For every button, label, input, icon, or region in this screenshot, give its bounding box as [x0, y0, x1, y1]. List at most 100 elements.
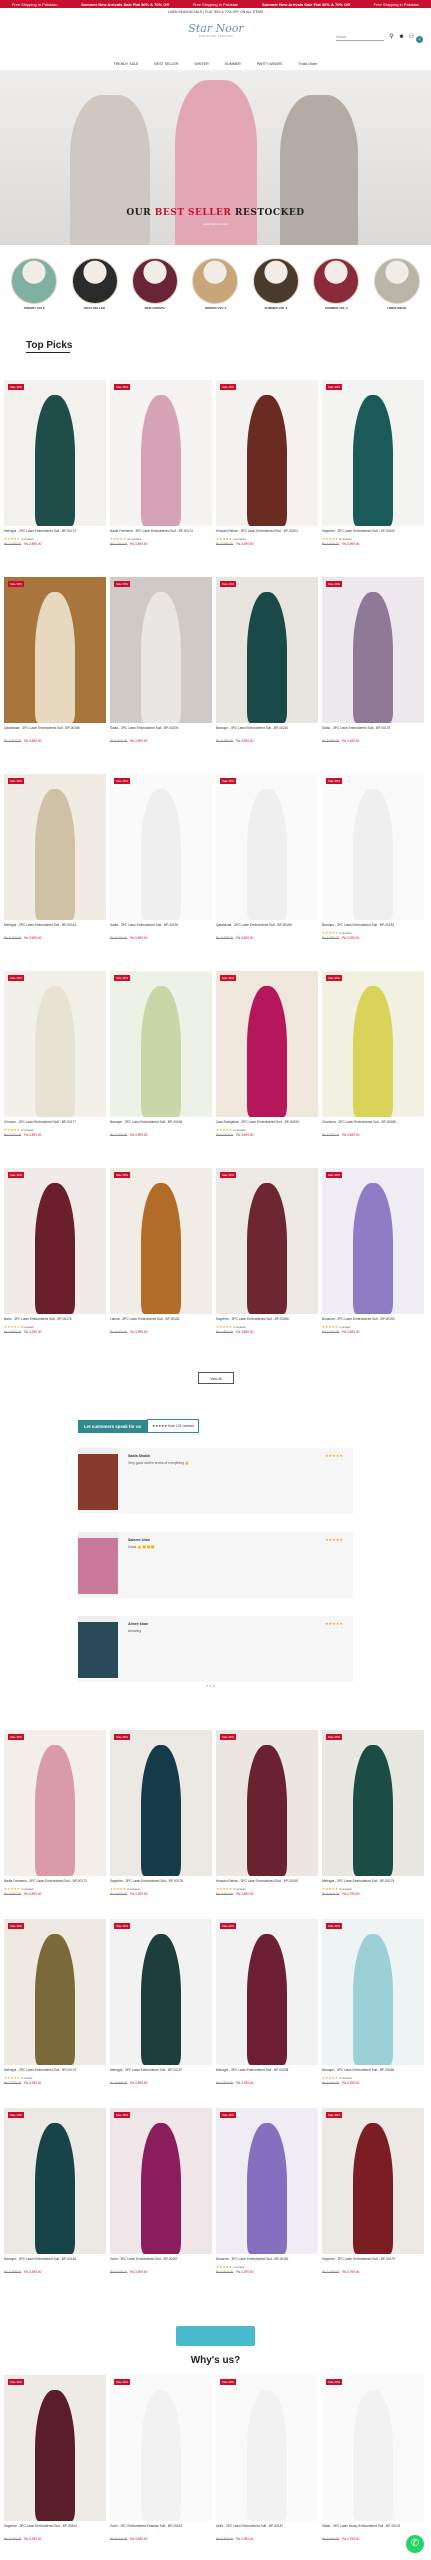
- product-name[interactable]: Mehagni - 3PC Lawn Embroidered Suit - BP…: [216, 2068, 318, 2076]
- product-image[interactable]: Sale 30%: [216, 1919, 318, 2065]
- product-name[interactable]: Sadia - 3PC Lawn Embroidered Suit - BP-0…: [110, 923, 212, 931]
- product-image[interactable]: Sale 30%: [4, 971, 106, 1117]
- product-card[interactable]: Sale 30% Crimson - 3PC Lawn Embroidered S…: [4, 971, 106, 1138]
- product-card[interactable]: Sale 30% Sapphire - 3PC Lawn Embroidered …: [110, 1730, 212, 1897]
- product-image[interactable]: Sale 30%: [216, 1168, 318, 1314]
- product-image[interactable]: Sale 30%: [322, 774, 424, 920]
- product-name[interactable]: Sapphire - 3PC Lawn Embroidered Suit - B…: [110, 1879, 212, 1887]
- product-name[interactable]: Mehagni - 3PC Lawn Embroidered Suit - BP…: [4, 2068, 106, 2076]
- product-card[interactable]: Sale 30% Baroque - 3PC Lawn Embroidered S…: [322, 774, 424, 941]
- hero-banner[interactable]: OUR BEST SELLER RESTOCKED www.starnoor.c…: [0, 70, 431, 245]
- product-name[interactable]: Qalamkaar - 3PC Lawn Embroidered Suit - …: [4, 726, 106, 734]
- product-image[interactable]: Sale 30%: [322, 1919, 424, 2065]
- nav-item[interactable]: WINTER: [195, 62, 209, 70]
- product-name[interactable]: Sapphire - 3PC Lawn Embroidered Suit - B…: [322, 2257, 424, 2265]
- product-card[interactable]: Sale 30% Baroque - 3PC Lawn Embroidered S…: [322, 1919, 424, 2086]
- category-item[interactable]: SUMMER VOL 2: [311, 258, 361, 318]
- product-image[interactable]: Sale 30%: [4, 1168, 106, 1314]
- product-name[interactable]: Sadia - 3PC Lawn Embroidered Suit - BP-0…: [110, 726, 212, 734]
- category-item[interactable]: WINTER VOL 4: [190, 258, 240, 318]
- product-name[interactable]: Zara Shahjahan - 3PC Lawn Embroidered Su…: [216, 1120, 318, 1128]
- product-name[interactable]: Charizma - 3PC Lawn Embroidered Suit - B…: [322, 1120, 424, 1128]
- product-image[interactable]: Sale 30%: [322, 2375, 424, 2521]
- product-card[interactable]: Sale 30% Qalamkaar - 3PC Lawn Embroidered…: [216, 774, 318, 941]
- product-name[interactable]: Mehagni - 3PC Lawn Embroidered Suit - BP…: [4, 923, 106, 931]
- product-card[interactable]: Sale 30% Hussain Rehan - 3PC Lawn Embroid…: [216, 1730, 318, 1897]
- product-name[interactable]: Nadia Fahmeed - 3PC Lawn Embroidered Sui…: [110, 529, 212, 537]
- product-name[interactable]: Nadia Fahmeed - 3PC Lawn Embroidered Sui…: [4, 1879, 106, 1887]
- cart-icon[interactable]: ⚇: [408, 34, 415, 41]
- category-item[interactable]: NEW ARRIVAL: [130, 258, 180, 318]
- product-image[interactable]: Sale 30%: [322, 2108, 424, 2254]
- product-card[interactable]: Sale 30% Bonanza - 3PC Lawn Embroidered S…: [216, 2108, 318, 2275]
- product-card[interactable]: Sale 30% Nadia Fahmeed - 3PC Lawn Embroid…: [110, 380, 212, 547]
- product-card[interactable]: Sale 30% Sapphire - 3PC Lawn Embroidered …: [216, 1168, 318, 1335]
- category-item[interactable]: TRENDY SALE: [9, 258, 59, 318]
- nav-item[interactable]: SUMMER: [225, 62, 241, 70]
- product-card[interactable]: Sale 30% Lamsa - 3PC Lawn Embroidered Sui…: [110, 1168, 212, 1335]
- product-image[interactable]: Sale 30%: [110, 380, 212, 526]
- product-name[interactable]: Asifa - 3PC Lawn Embroidered Suit - BP-0…: [216, 2524, 318, 2532]
- product-image[interactable]: Sale 30%: [216, 380, 318, 526]
- product-name[interactable]: Hussain Rehan - 3PC Lawn Embroidered Sui…: [216, 529, 318, 537]
- product-image[interactable]: Sale 30%: [110, 1730, 212, 1876]
- product-image[interactable]: Sale 30%: [216, 2108, 318, 2254]
- product-name[interactable]: Baroque - 3PC Lawn Embroidered Suit - BP…: [322, 2068, 424, 2076]
- product-image[interactable]: Sale 30%: [322, 577, 424, 723]
- product-image[interactable]: Sale 30%: [4, 2108, 106, 2254]
- product-image[interactable]: Sale 30%: [110, 1919, 212, 2065]
- product-name[interactable]: Baroque - 3PC Lawn Embroidered Suit - BP…: [322, 923, 424, 931]
- product-image[interactable]: Sale 30%: [216, 577, 318, 723]
- product-card[interactable]: Sale 30% Mehagni - 3PC Lawn Embroidered S…: [4, 774, 106, 941]
- product-name[interactable]: Qalamkaar - 3PC Lawn Embroidered Suit - …: [216, 923, 318, 931]
- product-name[interactable]: Baroque - 3PC Lawn Embroidered Suit - BP…: [216, 726, 318, 734]
- nav-item[interactable]: BEST SELLER: [154, 62, 178, 70]
- product-card[interactable]: Sale 30% Gulm - 3PC Embroidered Khaddar S…: [110, 2375, 212, 2542]
- product-image[interactable]: Sale 30%: [216, 2375, 318, 2521]
- nav-item[interactable]: Track Order: [298, 62, 317, 70]
- logo[interactable]: Star Noor PAKISTANI FASHION: [188, 22, 244, 44]
- product-name[interactable]: Sapphire - 3PC Lawn Embroidered Suit - B…: [4, 2524, 106, 2532]
- search-icon[interactable]: ⚲: [388, 34, 395, 41]
- product-card[interactable]: Sale 30% Qalamkaar - 3PC Lawn Embroidered…: [4, 577, 106, 744]
- product-name[interactable]: Safah - 3PC Lawn Heavy Embroidered Suit …: [322, 2524, 424, 2532]
- category-item[interactable]: LINEN WEAR: [372, 258, 422, 318]
- whatsapp-chat-icon[interactable]: ✆: [406, 2535, 424, 2553]
- nav-item[interactable]: TRENDY SALE: [114, 62, 139, 70]
- product-image[interactable]: Sale 30%: [322, 1168, 424, 1314]
- product-name[interactable]: Bonanza - 3PC Lawn Embroidered Suit - BP…: [216, 2257, 318, 2265]
- product-name[interactable]: Lamsa - 3PC Lawn Embroidered Suit - BP-0…: [110, 1317, 212, 1325]
- product-image[interactable]: Sale 30%: [110, 577, 212, 723]
- product-card[interactable]: Sale 30% Sobia - 3PC Lawn Embroidered Sui…: [322, 577, 424, 744]
- product-image[interactable]: Sale 30%: [4, 774, 106, 920]
- product-card[interactable]: Sale 30% Nadia Fahmeed - 3PC Lawn Embroid…: [4, 1730, 106, 1897]
- product-image[interactable]: Sale 30%: [110, 1168, 212, 1314]
- nav-item[interactable]: PARTY WEARS: [257, 62, 283, 70]
- product-card[interactable]: Sale 30% Sapphire - 3PC Lawn Embroidered …: [322, 380, 424, 547]
- product-card[interactable]: Sale 30% Zara Shahjahan - 3PC Lawn Embroi…: [216, 971, 318, 1138]
- product-card[interactable]: Sale 30% Mehagni - 3PC Lawn Embroidered S…: [110, 1919, 212, 2086]
- product-image[interactable]: Sale 30%: [216, 1730, 318, 1876]
- product-card[interactable]: Sale 30% Baroque - 3PC Lawn Embroidered S…: [4, 2108, 106, 2275]
- product-name[interactable]: Gulm - 3PC Embroidered Khaddar Suit - BP…: [110, 2524, 212, 2532]
- load-more-button[interactable]: [176, 2326, 255, 2346]
- product-image[interactable]: Sale 30%: [322, 971, 424, 1117]
- product-card[interactable]: Sale 30% Hussain Rehan - 3PC Lawn Embroid…: [216, 380, 318, 547]
- product-card[interactable]: Sale 30% Sapphire - 3PC Lawn Embroidered …: [4, 2375, 106, 2542]
- product-image[interactable]: Sale 30%: [110, 2375, 212, 2521]
- product-card[interactable]: Sale 30% Sapphire - 3PC Lawn Embroidered …: [322, 2108, 424, 2275]
- product-name[interactable]: Bahu - 3PC Lawn Embroidered Suit - BP-00…: [4, 1317, 106, 1325]
- product-image[interactable]: Sale 30%: [110, 2108, 212, 2254]
- product-name[interactable]: Sapphire - 3PC Lawn Embroidered Suit - S…: [322, 529, 424, 537]
- product-card[interactable]: Sale 30% Sadia - 3PC Lawn Embroidered Sui…: [110, 577, 212, 744]
- product-image[interactable]: Sale 30%: [110, 774, 212, 920]
- carousel-dots[interactable]: ● ● ●: [206, 1683, 215, 1688]
- product-image[interactable]: Sale 30%: [4, 2375, 106, 2521]
- product-image[interactable]: Sale 30%: [216, 774, 318, 920]
- product-name[interactable]: Gulm - 3PC Lawn Embroidered Suit - BP-00…: [110, 2257, 212, 2265]
- product-card[interactable]: Sale 30% Mehagni - 3PC Lawn Embroidered S…: [4, 1919, 106, 2086]
- product-card[interactable]: Sale 30% Mehagni - 3PC Lawn Embroidered S…: [4, 380, 106, 547]
- account-icon[interactable]: ☻: [398, 34, 405, 41]
- product-card[interactable]: Sale 30% Bahu - 3PC Lawn Embroidered Suit…: [4, 1168, 106, 1335]
- product-name[interactable]: Hussain Rehan - 3PC Lawn Embroidered Sui…: [216, 1879, 318, 1887]
